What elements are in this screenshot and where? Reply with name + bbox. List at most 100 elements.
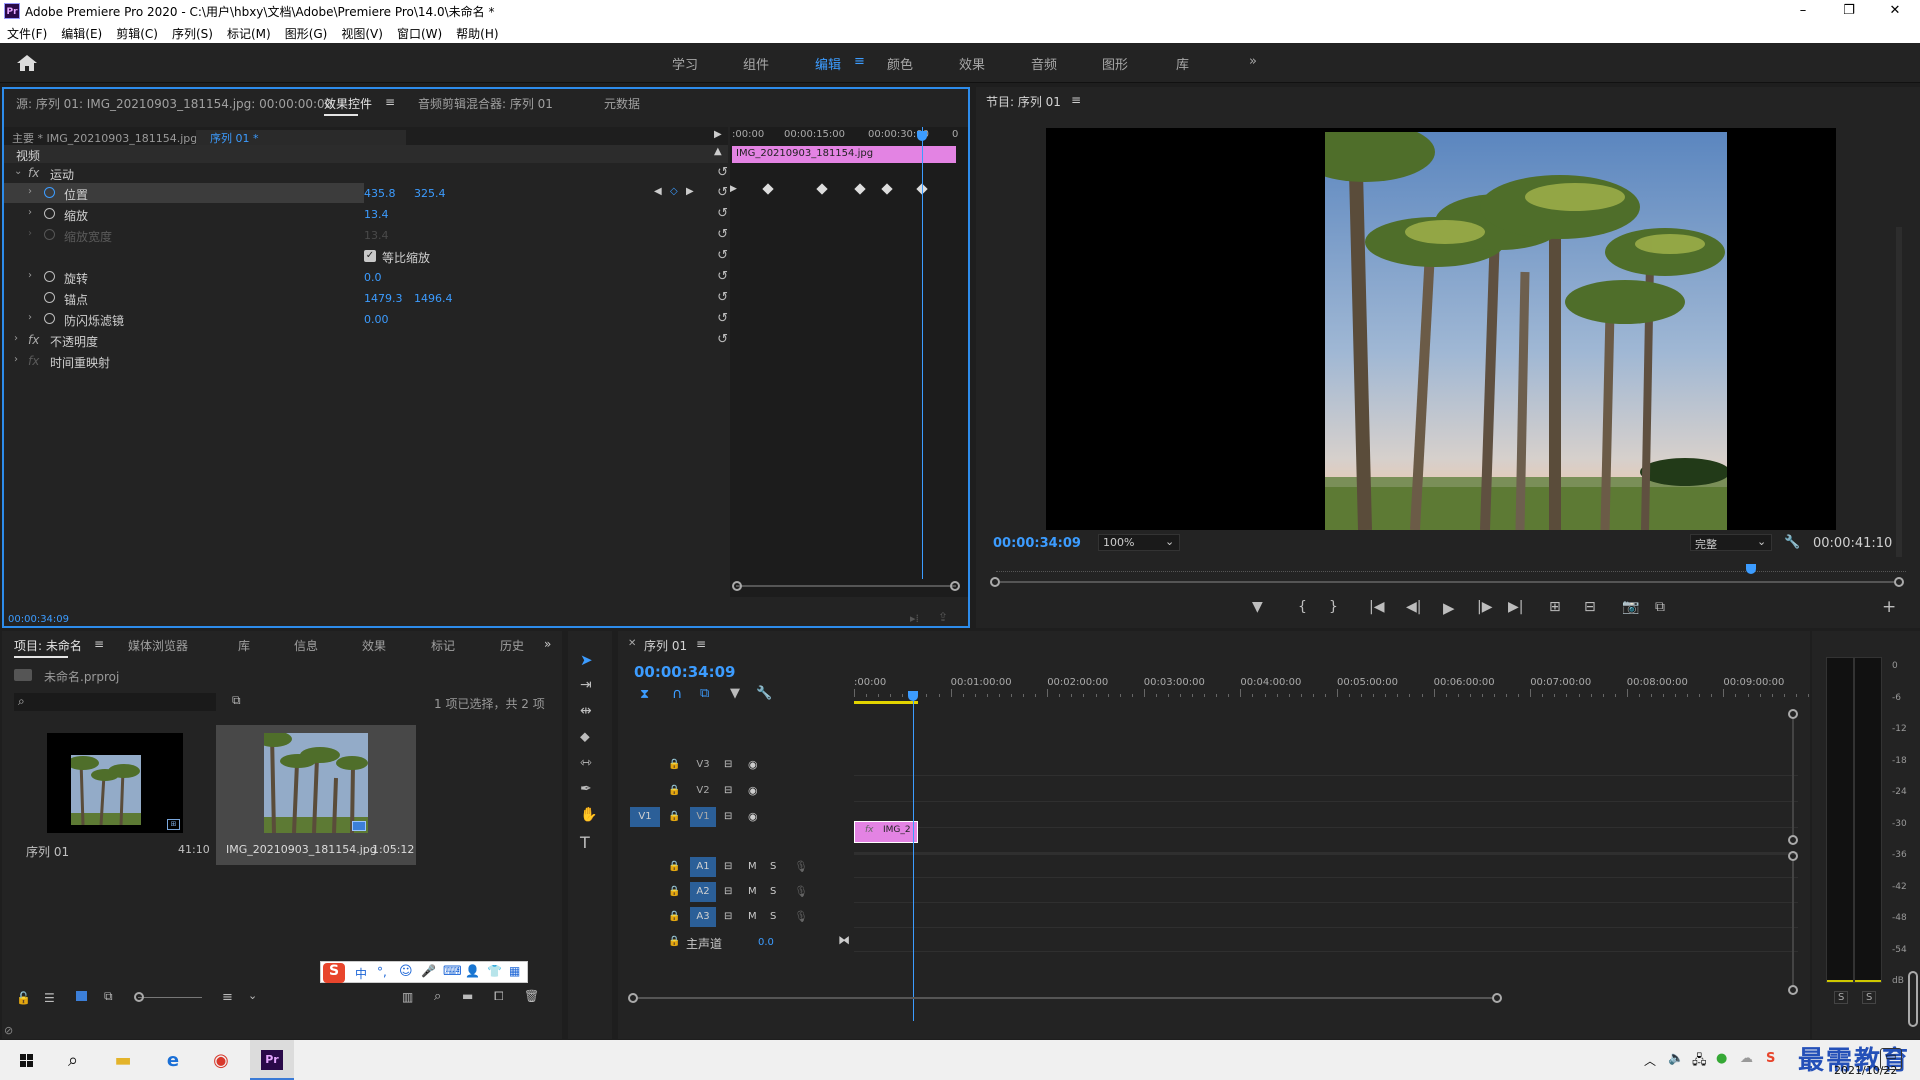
track-lock-icon[interactable]: 🔒 — [668, 785, 680, 796]
collapse-motion-icon[interactable]: ⌄ — [14, 166, 22, 177]
track-target-v3[interactable]: V3 — [690, 755, 716, 775]
rotation-value[interactable]: 0.0 — [364, 271, 382, 284]
menu-markers[interactable]: 标记(M) — [220, 22, 278, 42]
next-keyframe-icon[interactable]: ▶ — [686, 186, 694, 197]
solo-right-button[interactable]: S — [1862, 991, 1877, 1004]
tab-metadata[interactable]: 元数据 — [604, 95, 640, 112]
workspace-editing[interactable]: 编辑 — [815, 54, 841, 73]
mute-button[interactable]: M — [748, 886, 757, 897]
program-video-frame[interactable] — [1046, 128, 1836, 530]
position-row[interactable]: › 位置 435.8 325.4 ◀ ◇ ▶ ↺ — [4, 183, 728, 203]
wrench-icon[interactable]: 🔧 — [1784, 535, 1800, 550]
sync-lock-icon[interactable]: ⊟ — [724, 911, 732, 922]
project-search-input[interactable]: ⌕ — [14, 693, 216, 711]
stopwatch-icon[interactable] — [44, 292, 55, 303]
find-icon[interactable]: ⌕ — [434, 989, 441, 1004]
workspace-menu-icon[interactable]: ≡ — [854, 54, 865, 69]
program-time-ruler[interactable] — [996, 562, 1906, 572]
freeform-view-icon[interactable]: ⧉ — [104, 989, 113, 1004]
close-sequence-icon[interactable]: ✕ — [628, 638, 636, 649]
sequence-tab-menu-icon[interactable]: ≡ — [696, 637, 706, 651]
project-item-sequence[interactable]: ⊞ 序列 01 41:10 — [16, 725, 212, 865]
position-keyframe[interactable] — [880, 183, 893, 195]
premiere-taskbar-button[interactable]: Pr — [250, 1040, 294, 1080]
position-keyframe[interactable] — [762, 183, 774, 195]
workspace-overflow-icon[interactable]: » — [1249, 54, 1257, 69]
minimize-button[interactable]: – — [1780, 0, 1826, 22]
tab-libraries[interactable]: 库 — [238, 637, 250, 654]
timeline-settings-wrench-icon[interactable]: 🔧 — [756, 686, 772, 701]
add-marker-icon[interactable]: ▼ — [730, 686, 740, 701]
timeline-zoom-handle-left[interactable] — [628, 993, 638, 1003]
sync-lock-icon[interactable]: ⊟ — [724, 861, 732, 872]
work-area-bar[interactable] — [854, 701, 918, 704]
tab-menu-icon[interactable]: ≡ — [385, 95, 395, 109]
ec-zoom-handle-right[interactable] — [950, 581, 960, 591]
ime-keyboard-icon[interactable]: ⌨ — [443, 964, 462, 979]
chrome-browser-icon[interactable]: ◉ — [206, 1048, 236, 1074]
anchor-row[interactable]: 锚点 1479.3 1496.4 ↺ — [4, 288, 728, 308]
timeline-timecode[interactable]: 00:00:34:09 — [634, 663, 736, 681]
reset-scale-width-icon[interactable]: ↺ — [717, 227, 728, 242]
antiflicker-value[interactable]: 0.00 — [364, 313, 389, 326]
go-to-in-icon[interactable]: |◀ — [1369, 599, 1384, 615]
search-icon[interactable]: ⌕ — [58, 1048, 88, 1074]
solo-button[interactable]: S — [770, 911, 776, 922]
add-keyframe-icon[interactable]: ◇ — [670, 186, 678, 197]
security-tray-icon[interactable]: ● — [1716, 1051, 1727, 1066]
uniform-scale-checkbox[interactable]: ✓ — [364, 250, 376, 262]
audio-scrollbar[interactable] — [1792, 861, 1794, 985]
list-view-icon[interactable]: ☰ — [44, 991, 55, 1005]
volume-icon[interactable]: 🔈 — [1668, 1051, 1684, 1066]
reset-scale-icon[interactable]: ↺ — [717, 206, 728, 221]
timeline-zoom-bar[interactable] — [638, 997, 1492, 999]
solo-left-button[interactable]: S — [1834, 991, 1849, 1004]
track-target-a3[interactable]: A3 — [690, 907, 716, 927]
track-lock-icon[interactable]: 🔒 — [668, 811, 680, 822]
track-lock-icon[interactable]: 🔒 — [668, 936, 680, 947]
audio-scroll-handle-top[interactable] — [1788, 851, 1798, 861]
notification-center-icon[interactable]: ▭ — [1880, 1048, 1902, 1070]
track-target-a2[interactable]: A2 — [690, 882, 716, 902]
stopwatch-icon[interactable] — [44, 208, 55, 219]
filter-icon[interactable]: ▸⁞ — [910, 612, 919, 625]
tab-effects[interactable]: 效果 — [362, 637, 386, 654]
camera-icon[interactable]: 📷 — [1622, 599, 1639, 615]
eye-icon[interactable]: ◉ — [748, 784, 758, 797]
reset-antiflicker-icon[interactable]: ↺ — [717, 311, 728, 326]
position-keyframe[interactable] — [815, 183, 828, 195]
expand-scale-icon[interactable]: › — [28, 207, 32, 218]
play-icon[interactable]: ▶ — [1443, 599, 1455, 617]
close-button[interactable]: ✕ — [1872, 0, 1918, 22]
workspace-libraries[interactable]: 库 — [1176, 54, 1189, 73]
audio-scroll-handle-bottom[interactable] — [1788, 985, 1798, 995]
ime-punctuation-icon[interactable]: °, — [377, 965, 387, 979]
workspace-audio[interactable]: 音频 — [1031, 54, 1057, 73]
nest-toggle-icon[interactable]: ⧗ — [640, 687, 649, 702]
ime-toolbox-icon[interactable]: ▦ — [509, 964, 520, 978]
ec-zoom-handle-left[interactable] — [732, 581, 742, 591]
extract-icon[interactable]: ⊟ — [1584, 599, 1596, 615]
position-y-value[interactable]: 325.4 — [414, 187, 446, 200]
tab-info[interactable]: 信息 — [294, 637, 318, 654]
trash-icon[interactable]: 🗑 — [524, 989, 539, 1003]
sequence-tab-title[interactable]: 序列 01 — [644, 637, 687, 654]
lock-icon[interactable]: 🔓 — [16, 991, 31, 1005]
program-zoom-handle-left[interactable] — [990, 577, 1000, 587]
go-to-out-icon[interactable]: ▶| — [1508, 599, 1523, 615]
anchor-x-value[interactable]: 1479.3 — [364, 292, 403, 305]
reset-position-icon[interactable]: ↺ — [717, 185, 728, 200]
expand-opacity-icon[interactable]: › — [14, 333, 18, 344]
menu-view[interactable]: 视图(V) — [334, 22, 390, 42]
menu-edit[interactable]: 编辑(E) — [54, 22, 109, 42]
file-explorer-icon[interactable]: ▬ — [108, 1048, 138, 1074]
microphone-icon[interactable]: 🎙 — [794, 885, 808, 898]
ec-playhead[interactable] — [922, 127, 924, 579]
tab-source[interactable]: 源: 序列 01: IMG_20210903_181154.jpg: 00:00… — [16, 95, 332, 112]
program-timecode[interactable]: 00:00:34:09 — [993, 536, 1081, 551]
expand-position-icon[interactable]: › — [28, 186, 32, 197]
edge-browser-icon[interactable]: e — [158, 1048, 188, 1074]
solo-button[interactable]: S — [770, 886, 776, 897]
track-lock-icon[interactable]: 🔒 — [668, 759, 680, 770]
sync-lock-icon[interactable]: ⊟ — [724, 759, 732, 770]
